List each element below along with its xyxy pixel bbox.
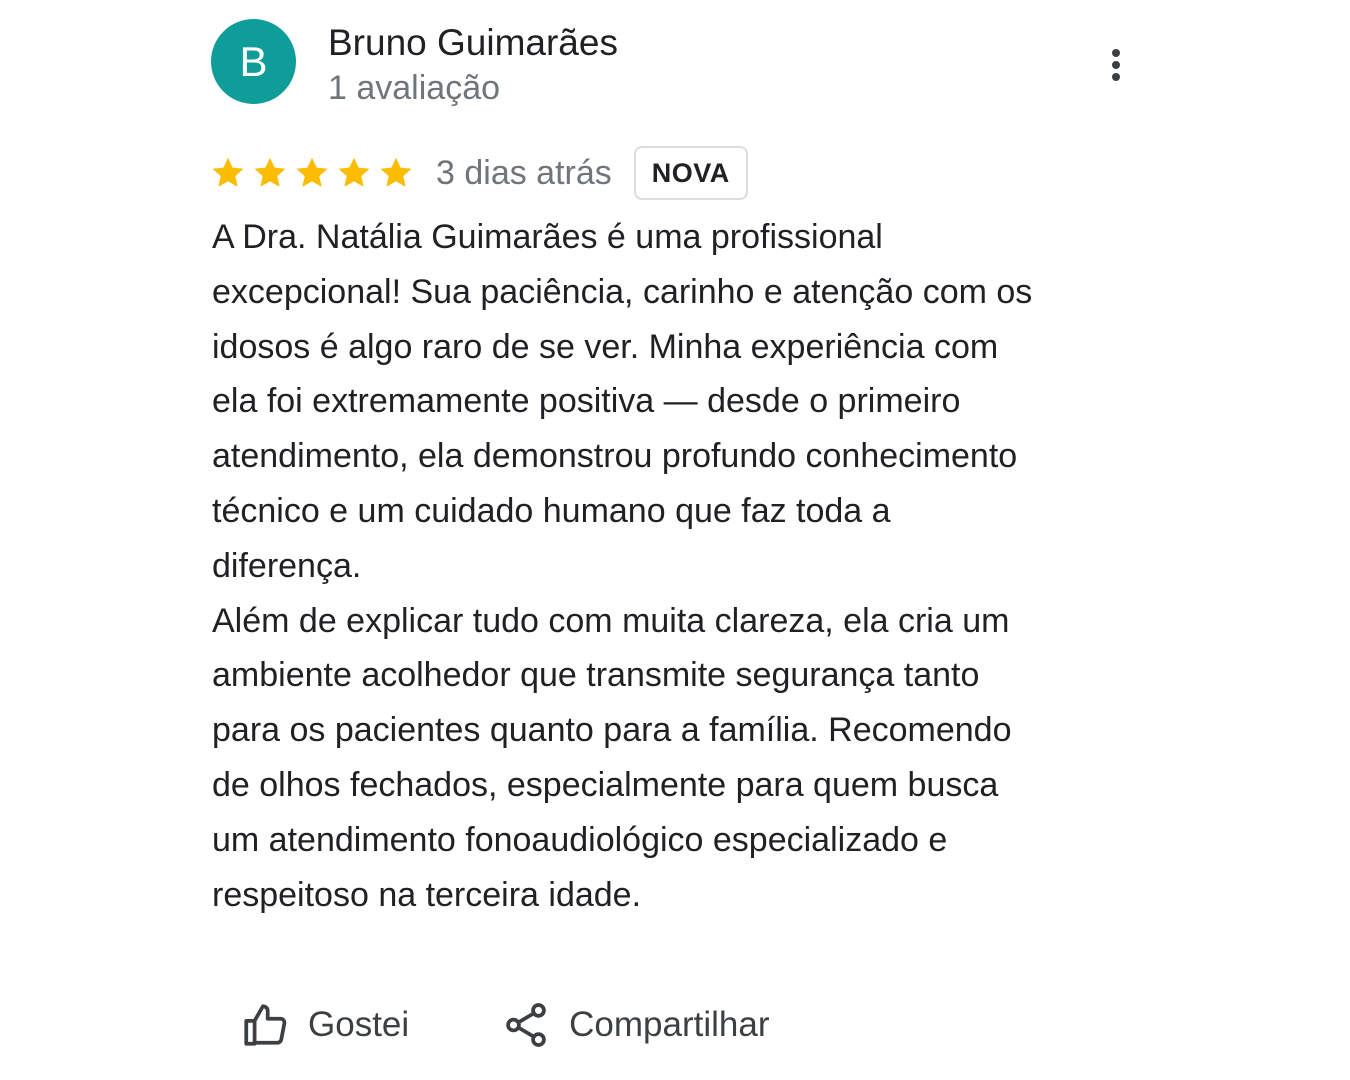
share-label: Compartilhar (569, 1005, 770, 1044)
star-icon (338, 157, 370, 187)
like-label: Gostei (308, 1005, 410, 1044)
review-paragraph-2: Além de explicar tudo com muita clareza,… (212, 601, 1012, 914)
star-rating (210, 155, 414, 191)
star-icon (380, 157, 412, 187)
rating-row: 3 dias atrás NOVA (210, 144, 748, 202)
review-paragraph-1: A Dra. Natália Guimarães é uma profissio… (212, 218, 1033, 585)
avatar[interactable]: B (211, 19, 296, 104)
star-icon (296, 157, 328, 187)
new-badge: NOVA (633, 146, 748, 200)
review-actions: Gostei Compartilhar (240, 995, 770, 1055)
review-time: 3 dias atrás (436, 153, 612, 192)
share-button[interactable]: Compartilhar (501, 1000, 770, 1050)
more-options-button[interactable] (1092, 36, 1142, 94)
author-name[interactable]: Bruno Guimarães (328, 20, 618, 66)
review-card: B Bruno Guimarães 1 avaliação 3 dias atr… (0, 0, 1350, 1080)
author-review-count: 1 avaliação (328, 69, 501, 107)
thumbs-up-icon (244, 1004, 287, 1046)
star-icon (254, 157, 286, 187)
like-button[interactable]: Gostei (240, 1000, 409, 1050)
share-icon (506, 1003, 546, 1047)
review-text: A Dra. Natália Guimarães é uma profissio… (212, 210, 1162, 922)
more-vert-icon (1112, 49, 1120, 57)
star-icon (212, 157, 244, 187)
